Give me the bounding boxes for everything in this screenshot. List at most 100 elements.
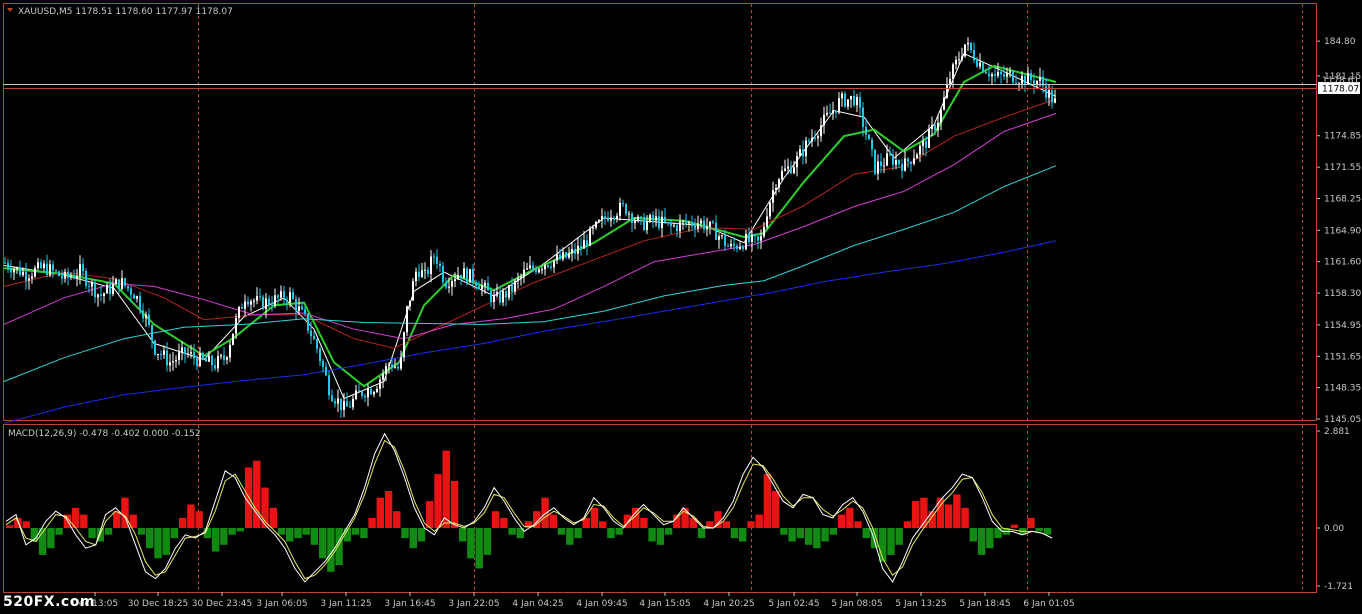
candle-body [592,227,594,229]
candle-body [271,304,273,306]
time-tick-label: 3 Jan 16:45 [384,599,435,609]
candle-body [253,300,255,302]
candle-body [823,114,825,126]
candle-body [787,166,789,169]
candle-body [880,161,882,167]
candle-body [154,340,156,355]
histogram-bar [763,474,772,528]
candle-body [235,317,237,334]
candle-body [943,97,945,110]
candle-body [718,236,720,240]
candle-body [178,352,180,360]
candle-body [799,149,801,157]
time-tick-label: 3 Jan 06:05 [256,599,307,609]
time-tick-label: 6 Jan 01:05 [1023,599,1074,609]
histogram-bar [450,480,459,529]
candle-body [682,221,684,223]
histogram-bar [426,501,434,528]
time-tick-label: 5 Jan 13:25 [895,599,946,609]
candle-body [505,291,507,298]
candle-body [916,154,918,159]
candle-body [772,190,774,203]
ask-price-label: 1178.61 [1322,76,1359,86]
price-tick-label: 1161.60 [1324,258,1361,268]
candle-body [19,267,21,276]
candle-body [589,228,591,246]
candle-body [649,215,651,222]
histogram-bar [813,528,821,549]
candle-body [31,276,33,279]
candle-body [49,264,51,275]
candle-body [748,233,750,242]
histogram-bar [739,528,747,542]
histogram-bar [113,511,121,528]
candle-body [775,187,777,191]
candle-body [484,282,486,286]
candle-body [445,282,447,288]
candle-body [817,136,819,139]
candle-body [364,395,366,398]
candle-body [103,293,105,296]
candle-body [382,374,384,380]
symbol-header: XAUUSD,M5 1178.51 1178.60 1177.97 1178.0… [18,7,233,17]
candle-body [142,310,144,319]
candle-body [661,216,663,229]
candle-body [214,365,216,369]
candle-body [622,202,624,205]
histogram-bar [6,525,14,528]
candle-body [640,216,642,218]
candle-body [22,271,24,276]
candle-body [946,84,948,98]
candle-body [883,165,885,167]
candle-body [670,222,672,226]
candle-body [340,398,342,410]
candle-body [652,215,654,221]
histogram-bar [508,528,516,535]
macd-header: MACD(12,26,9) -0.478 -0.402 0.000 -0.152 [8,429,201,439]
candle-body [565,252,567,258]
candle-body [763,226,765,237]
histogram-bar [475,528,483,569]
candle-body [259,296,261,298]
candle-body [292,292,294,299]
histogram-bar [977,528,986,555]
candle-body [88,285,90,287]
candle-body [115,279,117,285]
histogram-bar [401,528,409,539]
candle-body [166,350,168,366]
candle-body [232,333,234,345]
candle-body [952,64,954,80]
candle-body [691,222,693,226]
candle-body [1045,85,1047,98]
candle-body [637,216,639,222]
candle-body [562,252,564,260]
candle-body [256,296,258,301]
trading-chart[interactable]: 184.801181.151174.851171.551168.251164.9… [0,0,1362,614]
histogram-bar [47,528,55,549]
candle-body [877,161,879,174]
candle-body [349,406,351,408]
candle-body [604,216,606,219]
candle-body [433,256,435,258]
histogram-bar [607,528,615,539]
candle-body [370,388,372,395]
candle-body [442,266,444,283]
histogram-bar [846,507,854,528]
candle-body [448,286,450,288]
candle-body [988,73,990,77]
candle-body [199,353,201,366]
candle-body [892,154,894,165]
candle-body [157,354,159,356]
candle-body [760,236,762,241]
histogram-bar [788,528,796,542]
candle-body [469,268,471,283]
candle-body [67,271,69,278]
candle-body [391,364,393,368]
candle-body [361,391,363,396]
candle-body [607,218,609,221]
candle-body [913,158,915,164]
candle-body [229,344,231,358]
candle-body [211,355,213,366]
candle-body [904,158,906,171]
candle-body [826,112,828,115]
